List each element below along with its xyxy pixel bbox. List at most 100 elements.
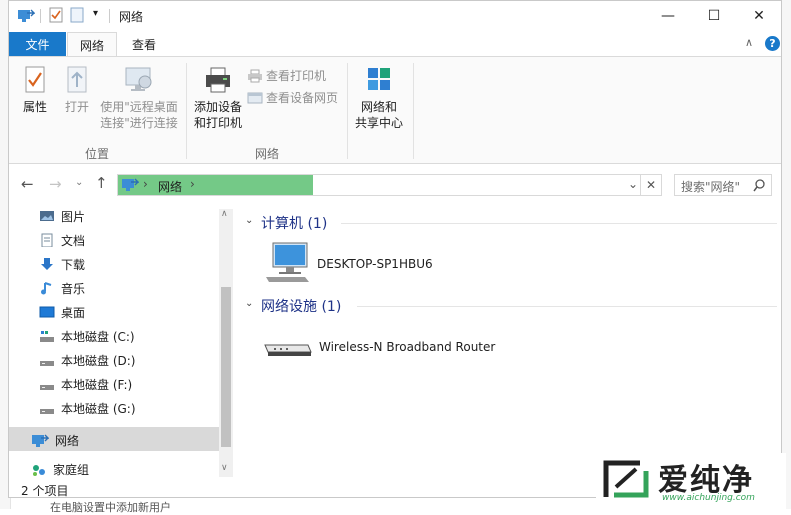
nav-item-music[interactable]: 音乐 [39, 277, 85, 299]
title-bar: ▾ 网络 — ☐ ✕ [9, 1, 781, 31]
search-placeholder: 搜索"网络" [681, 180, 741, 194]
maximize-button[interactable]: ☐ [691, 1, 737, 31]
content-pane: ⌄ 计算机 (1) DESKTOP-SP1HBU6 ⌄ 网络设施 (1) Wir… [237, 201, 781, 479]
toolbar-separator [109, 9, 110, 23]
up-arrow-icon[interactable]: ↑ [95, 174, 108, 192]
nav-item-desktop[interactable]: 桌面 [39, 301, 85, 323]
back-arrow-icon[interactable]: ← [21, 175, 34, 193]
drive-c-icon [40, 331, 54, 342]
collapse-ribbon-icon[interactable]: ∧ [745, 36, 753, 49]
search-icon [753, 179, 765, 192]
nav-homegroup-label: 家庭组 [53, 463, 90, 477]
open-label: 打开 [64, 100, 89, 114]
downloads-icon [41, 258, 53, 270]
nav-item-drive-c[interactable]: 本地磁盘 (C:) [39, 325, 135, 347]
tab-file[interactable]: 文件 [9, 32, 66, 56]
sharing-center-label-1: 网络和 [360, 100, 397, 114]
breadcrumb-chevron-icon[interactable]: › [190, 177, 195, 191]
remote-desktop-button[interactable]: 使用"远程桌面 连接"进行连接 [99, 65, 179, 131]
remote-desktop-icon [125, 67, 152, 91]
view-webpage-label: 查看设备网页 [266, 91, 339, 105]
close-button[interactable]: ✕ [736, 1, 781, 31]
homegroup-icon [33, 464, 45, 476]
nav-item-downloads[interactable]: 下载 [39, 253, 85, 275]
help-icon[interactable]: ? [765, 36, 780, 51]
group-infrastructure-header[interactable]: 网络设施 (1) [261, 296, 341, 316]
nav-item-documents[interactable]: 文档 [39, 229, 85, 251]
background-text: 在电脑设置中添加新用户 [50, 501, 171, 514]
group-network-label: 网络 [255, 147, 280, 161]
logo-url: www.aichunjing.com [662, 493, 755, 503]
network-icon [122, 178, 139, 191]
computer-name: DESKTOP-SP1HBU6 [317, 257, 433, 271]
item-count: 2 个项目 [21, 484, 69, 498]
ribbon-separator [186, 63, 187, 159]
documents-icon [41, 233, 53, 247]
nav-scrollbar-thumb[interactable] [221, 287, 231, 447]
group-divider [341, 223, 777, 224]
scroll-up-icon[interactable]: ∧ [221, 209, 228, 219]
navigation-pane: 图片 文档 下载 音乐 桌面 本地磁盘 (C:) 本地磁盘 (D:) 本地磁盘 [9, 201, 235, 479]
nav-item-homegroup[interactable]: 家庭组 [31, 461, 89, 478]
open-button[interactable]: 打开 [59, 65, 95, 115]
network-icon [18, 9, 35, 22]
router-item[interactable]: Wireless-N Broadband Router [259, 333, 559, 363]
printer-icon [206, 67, 230, 93]
view-webpage-icon [247, 92, 263, 103]
drive-icon [40, 409, 54, 414]
nav-network-label: 网络 [55, 434, 80, 448]
network-icon [32, 434, 49, 447]
qa-customize-chevron-icon[interactable]: ▾ [93, 8, 98, 19]
tab-network[interactable]: 网络 [67, 32, 117, 57]
computer-icon [266, 242, 309, 282]
remote-desktop-label-2: 连接"进行连接 [100, 116, 178, 130]
sharing-center-button[interactable]: 网络和 共享中心 [351, 65, 407, 131]
sharing-center-label-2: 共享中心 [354, 116, 403, 130]
properties-button[interactable]: 属性 [17, 65, 53, 115]
address-dropdown-icon[interactable]: ⌄ [628, 177, 638, 191]
pictures-icon [40, 211, 54, 221]
breadcrumb-chevron-icon[interactable]: › [143, 177, 148, 191]
nav-item-drive-f[interactable]: 本地磁盘 (F:) [39, 373, 132, 395]
nav-scrollbar[interactable]: ∧ ∨ [219, 209, 233, 477]
navigation-bar: ← → ⌄ ↑ › 网络 › ⌄ ✕ 搜索"网络" [9, 171, 781, 199]
clear-address-button[interactable]: ✕ [640, 174, 662, 196]
nav-item-drive-g[interactable]: 本地磁盘 (G:) [39, 397, 136, 419]
router-name: Wireless-N Broadband Router [319, 340, 496, 354]
forward-arrow-icon[interactable]: → [49, 175, 62, 193]
breadcrumb-network[interactable]: 网络 [158, 178, 182, 195]
watermark-logo: 爱纯净 www.aichunjing.com [596, 453, 786, 509]
drive-icon [40, 385, 54, 390]
collapse-group-chevron-icon[interactable]: ⌄ [245, 215, 253, 226]
scroll-down-icon[interactable]: ∨ [221, 463, 228, 473]
computer-item[interactable]: DESKTOP-SP1HBU6 [259, 239, 539, 285]
view-printers-button[interactable]: 查看打印机 [247, 67, 326, 84]
new-folder-qa-icon[interactable] [70, 7, 84, 23]
tab-view[interactable]: 查看 [122, 32, 166, 56]
recent-locations-chevron-icon[interactable]: ⌄ [75, 177, 83, 188]
nav-item-network-selected[interactable]: 网络 [9, 427, 219, 451]
drive-icon [40, 361, 54, 366]
add-devices-button[interactable]: 添加设备 和打印机 [191, 65, 245, 131]
sharing-center-icon [368, 68, 390, 90]
ribbon: 属性 打开 使用"远程桌面 连接"进行连接 位置 添加设备 和打印机 查看打印机… [9, 56, 781, 164]
nav-item-drive-d[interactable]: 本地磁盘 (D:) [39, 349, 135, 371]
properties-qa-icon[interactable] [49, 7, 63, 23]
group-computers-header[interactable]: 计算机 (1) [261, 213, 327, 233]
open-icon [67, 66, 87, 93]
desktop-icon [39, 306, 55, 318]
remote-desktop-label-1: 使用"远程桌面 [100, 100, 178, 114]
router-icon [264, 344, 312, 356]
ribbon-tabs: 文件 网络 查看 ∧ ? [9, 32, 781, 57]
minimize-button[interactable]: — [645, 1, 691, 31]
music-icon [41, 282, 52, 295]
collapse-group-chevron-icon[interactable]: ⌄ [245, 298, 253, 309]
add-devices-label-2: 和打印机 [193, 116, 242, 130]
address-bar[interactable]: › 网络 › ⌄ [117, 174, 662, 196]
background-window-edge-right [781, 0, 791, 509]
search-input[interactable]: 搜索"网络" [674, 174, 772, 196]
group-location-label: 位置 [85, 147, 110, 161]
view-printers-icon [248, 69, 262, 82]
nav-item-pictures[interactable]: 图片 [39, 205, 85, 227]
view-webpage-button[interactable]: 查看设备网页 [247, 89, 338, 106]
